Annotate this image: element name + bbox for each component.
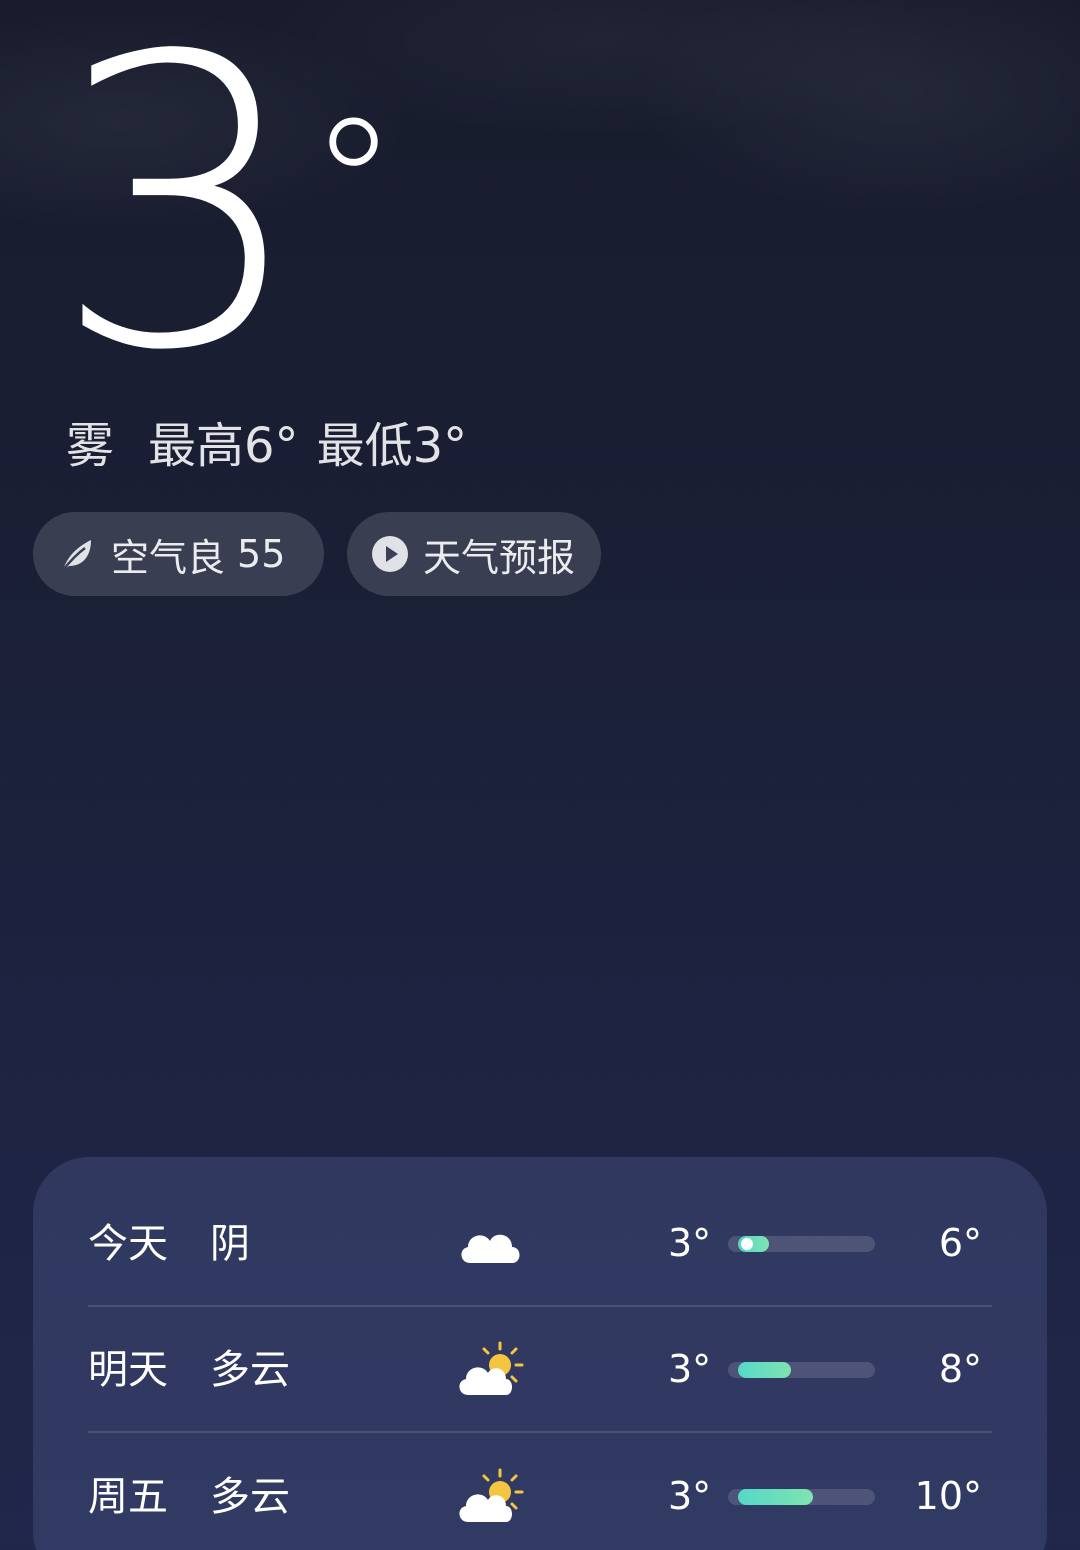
partly-cloudy-icon	[456, 1464, 526, 1530]
daily-forecast-card: 今天 阴 3° 6° 明天 多云 3° 8° 周五 多云 3° 10°	[33, 1157, 1047, 1550]
info-chips: 空气良 55 天气预报	[33, 512, 601, 596]
forecast-low: 3°	[668, 1474, 712, 1518]
forecast-condition: 多云	[210, 1347, 290, 1393]
temperature-range-bar	[728, 1236, 875, 1252]
forecast-row-today[interactable]: 今天 阴 3° 6°	[88, 1181, 992, 1307]
today-high: 最高6°	[148, 418, 299, 474]
play-icon	[371, 534, 409, 574]
current-condition: 雾	[66, 418, 115, 474]
current-temperature-marker	[741, 1238, 754, 1250]
temperature-range-fill	[738, 1362, 792, 1378]
forecast-condition: 多云	[210, 1474, 290, 1520]
forecast-day: 周五	[88, 1474, 168, 1520]
degree-symbol: °	[308, 81, 399, 290]
forecast-low: 3°	[668, 1221, 712, 1265]
air-quality-value: 55	[237, 532, 286, 576]
partly-cloudy-icon	[456, 1337, 526, 1403]
weather-forecast-label: 天气预报	[423, 535, 576, 580]
forecast-row-friday[interactable]: 周五 多云 3° 10°	[88, 1434, 992, 1550]
forecast-condition: 阴	[210, 1221, 250, 1267]
forecast-high: 6°	[938, 1221, 982, 1265]
forecast-day: 今天	[88, 1221, 168, 1267]
cloud-icon	[456, 1211, 526, 1277]
current-temperature: 3°	[52, 6, 399, 406]
weather-forecast-chip[interactable]: 天气预报	[347, 512, 601, 596]
temperature-range-bar	[728, 1362, 875, 1378]
temperature-range-fill	[738, 1489, 814, 1505]
current-summary: 雾最高6° 最低3°	[66, 416, 467, 476]
forecast-high: 10°	[914, 1474, 982, 1518]
temperature-range-bar	[728, 1489, 875, 1505]
air-quality-chip[interactable]: 空气良 55	[33, 512, 324, 596]
leaf-icon	[57, 534, 97, 574]
forecast-row-tomorrow[interactable]: 明天 多云 3° 8°	[88, 1307, 992, 1433]
current-temperature-value: 3	[52, 0, 306, 438]
row-divider	[88, 1431, 992, 1433]
forecast-day: 明天	[88, 1347, 168, 1393]
forecast-high: 8°	[938, 1347, 982, 1391]
today-low: 最低3°	[316, 418, 468, 474]
forecast-low: 3°	[668, 1347, 712, 1391]
air-quality-label: 空气良	[111, 535, 226, 580]
